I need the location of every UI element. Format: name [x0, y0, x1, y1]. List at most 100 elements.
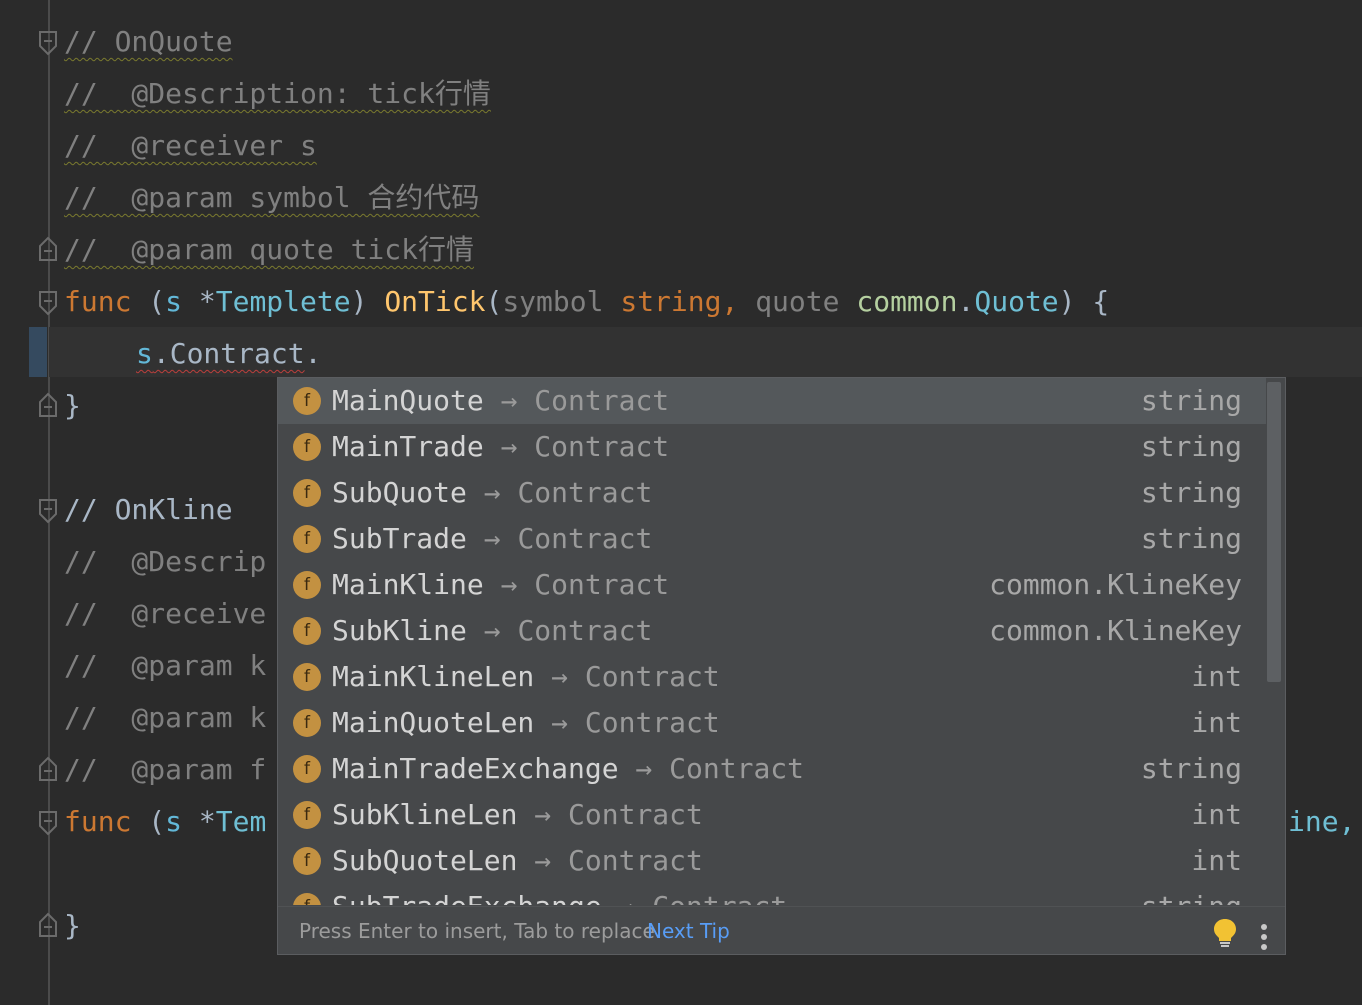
completion-item[interactable]: f MainKlineLen → Contract int: [278, 654, 1266, 700]
completion-item[interactable]: f MainTradeExchange → Contract string: [278, 746, 1266, 792]
completion-scrollbar[interactable]: [1267, 382, 1281, 682]
field-icon: f: [293, 571, 321, 599]
completion-item-name: MainQuote: [332, 384, 484, 417]
more-vertical-icon[interactable]: [1260, 919, 1268, 967]
next-tip-link[interactable]: Next Tip: [647, 907, 730, 955]
arrow-icon: →: [483, 430, 535, 463]
arrow-icon: →: [602, 890, 653, 905]
completion-item-name: MainQuoteLen: [332, 706, 535, 739]
completion-item-name: MainKlineLen: [332, 660, 535, 693]
completion-item[interactable]: f SubKlineLen → Contract int: [278, 792, 1266, 838]
receiver-type: Tem: [215, 805, 267, 838]
arrow-icon: →: [534, 660, 585, 693]
receiver: s: [165, 805, 183, 838]
punct: *: [182, 285, 216, 318]
completion-item[interactable]: f MainQuote → Contract string: [278, 378, 1266, 424]
completion-item-name: SubKlineLen: [332, 798, 518, 831]
completion-item-owner: Contract: [534, 568, 670, 601]
completion-item-type: string: [1141, 884, 1242, 905]
param-type: Quote: [974, 285, 1059, 318]
completion-item-owner: Contract: [534, 384, 670, 417]
completion-item-owner: Contract: [669, 752, 805, 785]
completion-item[interactable]: f MainQuoteLen → Contract int: [278, 700, 1266, 746]
completion-item-owner: Contract: [517, 614, 653, 647]
param-name: symbol: [502, 285, 604, 318]
code-brace[interactable]: }: [64, 906, 81, 946]
completion-list[interactable]: f MainQuote → Contract string f MainTrade →…: [278, 378, 1266, 905]
completion-footer: Press Enter to insert, Tab to replace Ne…: [278, 906, 1285, 955]
completion-item-name: SubQuote: [332, 476, 467, 509]
receiver: s: [165, 285, 183, 318]
punct: ): [350, 285, 385, 318]
receiver: s: [136, 337, 153, 370]
package-name: common: [839, 285, 958, 318]
fold-open-icon[interactable]: [37, 498, 59, 524]
code-func-signature-tail[interactable]: ine,: [1288, 802, 1355, 842]
code-func-signature[interactable]: func (s *Templete) OnTick(symbol string,…: [64, 282, 1109, 322]
field-icon: f: [293, 433, 321, 461]
keyword-func: func: [64, 805, 132, 838]
arrow-icon: →: [618, 752, 670, 785]
fold-open-icon[interactable]: [37, 810, 59, 836]
code-comment-line[interactable]: // @param f: [64, 750, 266, 790]
punct: .: [304, 337, 322, 370]
arrow-icon: →: [466, 476, 518, 509]
code-brace[interactable]: }: [64, 386, 81, 426]
fold-open-icon[interactable]: [37, 30, 59, 56]
completion-item[interactable]: f SubTradeExchange → Contract string: [278, 884, 1266, 905]
arrow-icon: →: [466, 522, 518, 555]
field-icon: f: [293, 387, 321, 415]
completion-item[interactable]: f SubTrade → Contract string: [278, 516, 1266, 562]
completion-item[interactable]: f MainTrade → Contract string: [278, 424, 1266, 470]
field-icon: f: [293, 709, 321, 737]
arrow-icon: →: [517, 798, 569, 831]
completion-item[interactable]: f SubKline → Contract common.KlineKey: [278, 608, 1266, 654]
completion-item-name: SubTradeExchange: [332, 890, 602, 905]
completion-popup[interactable]: f MainQuote → Contract string f MainTrade →…: [277, 377, 1286, 955]
code-comment-line[interactable]: // OnQuote: [64, 22, 233, 62]
lightbulb-icon[interactable]: [1212, 917, 1238, 965]
completion-item-type: string: [1140, 384, 1242, 417]
code-comment-line[interactable]: // @param symbol 合约代码: [64, 178, 479, 218]
punct: .: [957, 285, 975, 318]
completion-item-owner: Contract: [568, 844, 703, 877]
param-type: string,: [603, 285, 739, 318]
code-comment-line[interactable]: // @receiver s: [64, 126, 317, 166]
completion-item-owner: Contract: [584, 660, 720, 693]
fold-open-icon[interactable]: [37, 290, 59, 316]
receiver-type: Templete: [215, 285, 351, 318]
completion-item-name: SubTrade: [332, 522, 467, 555]
completion-item-owner: Contract: [517, 476, 653, 509]
code-comment-line[interactable]: // @Descrip: [64, 542, 266, 582]
code-func-signature[interactable]: func (s *Tem: [64, 802, 266, 842]
fold-close-icon[interactable]: [37, 756, 59, 782]
field-icon: f: [293, 479, 321, 507]
completion-item-name: SubQuoteLen: [332, 844, 518, 877]
param-name: quote: [738, 285, 840, 318]
completion-item-type: string: [1140, 522, 1242, 555]
code-comment-line[interactable]: // @receive: [64, 594, 266, 634]
code-comment-line[interactable]: // @Description: tick行情: [64, 74, 491, 114]
footer-hint: Press Enter to insert, Tab to replace: [299, 919, 655, 943]
code-current-line[interactable]: s.Contract.: [136, 334, 321, 374]
member-access: .Contract: [152, 337, 305, 370]
arrow-icon: →: [466, 614, 518, 647]
punct: (: [131, 285, 166, 318]
code-comment-line[interactable]: // OnKline: [64, 490, 233, 530]
punct: *: [182, 805, 216, 838]
fold-close-icon[interactable]: [37, 236, 59, 262]
code-comment-line[interactable]: // @param k: [64, 698, 266, 738]
fold-close-icon[interactable]: [37, 392, 59, 418]
completion-item-owner: Contract: [568, 798, 703, 831]
completion-item-owner: Contract: [534, 430, 670, 463]
completion-item[interactable]: f MainKline → Contract common.KlineKey: [278, 562, 1266, 608]
completion-item[interactable]: f SubQuote → Contract string: [278, 470, 1266, 516]
completion-item[interactable]: f SubQuoteLen → Contract int: [278, 838, 1266, 884]
code-comment-line[interactable]: // @param quote tick行情: [64, 230, 474, 270]
completion-item-type: string: [1140, 752, 1242, 785]
completion-item-owner: Contract: [584, 706, 720, 739]
current-line-gutter-marker: [29, 327, 47, 377]
code-comment-line[interactable]: // @param k: [64, 646, 266, 686]
fold-close-icon[interactable]: [37, 912, 59, 938]
punct: (: [485, 285, 503, 318]
